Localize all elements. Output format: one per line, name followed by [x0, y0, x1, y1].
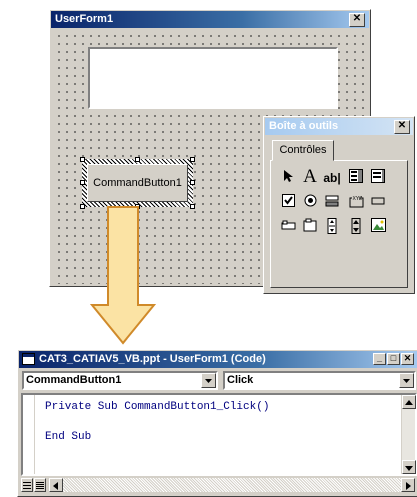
handle-br[interactable]	[190, 204, 195, 209]
handle-ml[interactable]	[80, 180, 85, 185]
toolbox-title: Boîte à outils	[269, 120, 339, 132]
handle-tl[interactable]	[80, 157, 85, 162]
procedure-view-icon	[23, 482, 31, 489]
svg-text:XYZ: XYZ	[352, 196, 362, 202]
textbox-icon[interactable]: ab|	[323, 169, 341, 187]
arrow-left-icon	[53, 482, 58, 490]
procedure-combo[interactable]: Click	[223, 371, 416, 390]
commandbutton-icon[interactable]	[369, 194, 387, 212]
full-module-view-button[interactable]	[34, 478, 46, 492]
code-line-1: Private Sub CommandButton1_Click()	[45, 401, 269, 413]
multipage-icon[interactable]	[301, 218, 319, 236]
scroll-right-button[interactable]	[401, 478, 415, 492]
arrow-down-icon	[405, 466, 413, 471]
procedure-combo-value: Click	[227, 374, 254, 386]
listbox-icon[interactable]	[369, 169, 387, 187]
toolbox-titlebar: Boîte à outils ✕	[265, 118, 413, 135]
code-line-3: End Sub	[45, 431, 91, 443]
frame-icon[interactable]: XYZ	[347, 194, 365, 212]
full-module-view-icon	[36, 482, 44, 489]
togglebutton-icon[interactable]	[323, 194, 341, 212]
toolbox-close-icon[interactable]: ✕	[394, 120, 410, 134]
combobox-icon[interactable]	[347, 169, 365, 187]
scroll-left-button[interactable]	[49, 478, 63, 492]
code-margin	[23, 395, 35, 474]
arrow-up-icon	[405, 400, 413, 405]
procedure-view-button[interactable]	[21, 478, 33, 492]
down-arrow-icon	[90, 206, 156, 345]
toolbox-tab[interactable]: Contrôles	[272, 140, 334, 161]
userform-frame-control[interactable]	[88, 47, 338, 109]
code-editor[interactable]: Private Sub CommandButton1_Click() End S…	[21, 393, 417, 476]
chevron-down-icon	[205, 379, 212, 383]
handle-tm[interactable]	[135, 157, 140, 162]
arrow-right-icon	[406, 482, 411, 490]
code-titlebar: CAT3_CATIAV5_VB.ppt - UserForm1 (Code) _…	[19, 351, 417, 368]
scrollbar-icon[interactable]	[323, 218, 341, 236]
object-combo[interactable]: CommandButton1	[22, 371, 218, 390]
handle-bl[interactable]	[80, 204, 85, 209]
commandbutton1[interactable]: CommandButton1	[87, 164, 188, 202]
toolbox-window: Boîte à outils ✕ Contrôles A ab| XYZ	[263, 116, 415, 294]
image-icon[interactable]	[369, 218, 387, 236]
horizontal-scrollbar-track[interactable]	[63, 478, 401, 492]
commandbutton1-label: CommandButton1	[93, 177, 182, 189]
close-icon[interactable]: ✕	[401, 353, 414, 365]
code-window-icon	[22, 353, 35, 365]
scroll-up-button[interactable]	[402, 395, 416, 409]
code-window-title: CAT3_CATIAV5_VB.ppt - UserForm1 (Code)	[39, 353, 266, 365]
toolbox-tab-label: Contrôles	[279, 144, 327, 156]
maximize-icon[interactable]: □	[387, 353, 400, 365]
object-combo-value: CommandButton1	[26, 374, 122, 386]
spinbutton-icon[interactable]	[347, 218, 365, 236]
scroll-down-button[interactable]	[402, 460, 416, 474]
code-window: CAT3_CATIAV5_VB.ppt - UserForm1 (Code) _…	[17, 349, 417, 497]
chevron-down-icon	[403, 379, 410, 383]
procedure-combo-dropdown[interactable]	[399, 373, 414, 388]
toolbox-panel: A ab| XYZ	[270, 160, 408, 288]
vertical-scrollbar[interactable]	[401, 395, 416, 474]
selected-commandbutton[interactable]: CommandButton1	[80, 157, 195, 209]
code-line-3-text: End Sub	[45, 431, 92, 443]
userform-title: UserForm1	[55, 13, 114, 25]
handle-mr[interactable]	[190, 180, 195, 185]
object-combo-dropdown[interactable]	[201, 373, 216, 388]
tabstrip-icon[interactable]	[279, 218, 297, 236]
userform-titlebar: UserForm1 ✕	[51, 11, 369, 28]
handle-tr[interactable]	[190, 157, 195, 162]
minimize-icon[interactable]: _	[373, 353, 386, 365]
optionbutton-icon[interactable]	[301, 194, 319, 212]
checkbox-icon[interactable]	[279, 194, 297, 212]
code-line-1-text: Private Sub CommandButton1_Click()	[45, 401, 270, 413]
code-bottom-bar	[21, 477, 417, 493]
pointer-icon[interactable]	[279, 169, 297, 187]
userform-close-icon[interactable]: ✕	[349, 13, 365, 27]
label-icon[interactable]: A	[301, 167, 319, 186]
